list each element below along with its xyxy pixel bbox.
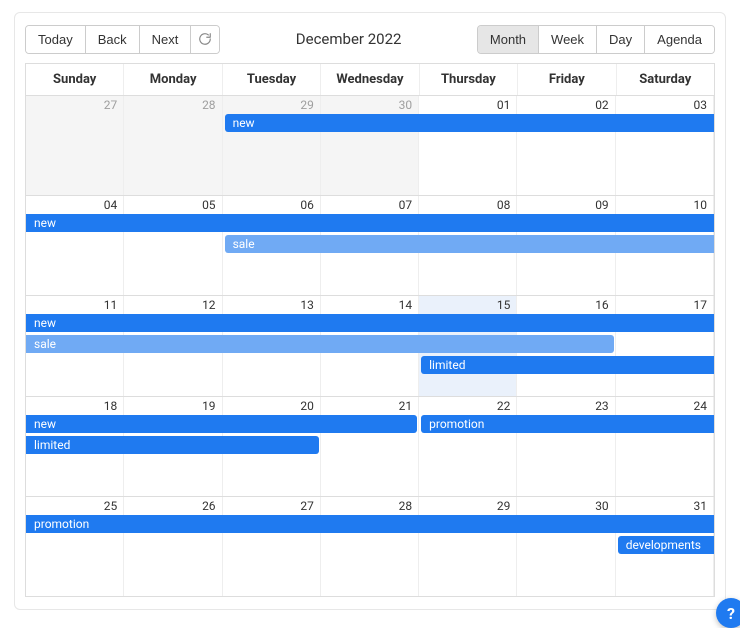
week-row: 27 28 29 30 01 02 03 new (26, 96, 714, 196)
date-number: 30 (399, 98, 413, 112)
day-cell[interactable]: 02 (517, 96, 615, 195)
date-number: 17 (693, 298, 707, 312)
view-agenda-button[interactable]: Agenda (645, 26, 714, 53)
day-cell[interactable]: 29 (419, 497, 517, 596)
day-cell[interactable]: 30 (517, 497, 615, 596)
day-cell[interactable]: 22 (419, 397, 517, 496)
date-number: 29 (300, 98, 314, 112)
day-cell[interactable]: 29 (223, 96, 321, 195)
today-button[interactable]: Today (26, 26, 86, 53)
date-number: 24 (693, 399, 707, 413)
date-number: 19 (202, 399, 216, 413)
date-number: 27 (300, 499, 314, 513)
calendar-title: December 2022 (220, 30, 477, 48)
month-grid: 27282930010203new04050607080910newsale11… (25, 95, 715, 597)
date-number: 07 (399, 198, 413, 212)
calendar-event[interactable]: developments (618, 536, 714, 554)
day-cell[interactable]: 25 (26, 497, 124, 596)
back-button[interactable]: Back (86, 26, 140, 53)
calendar-event[interactable]: limited (421, 356, 714, 374)
week-row: 18 19 20 21 22 23 24 newpromotion limited (26, 397, 714, 497)
day-header: Friday (518, 64, 616, 95)
day-header-row: Sunday Monday Tuesday Wednesday Thursday… (25, 63, 715, 95)
day-cell[interactable]: 01 (419, 96, 517, 195)
day-header: Tuesday (223, 64, 321, 95)
date-number: 02 (595, 98, 609, 112)
day-cell[interactable]: 28 (124, 96, 222, 195)
day-header: Sunday (26, 64, 124, 95)
refresh-button[interactable] (191, 26, 219, 53)
toolbar: Today Back Next December 2022 Month Week… (25, 23, 715, 55)
date-number: 25 (104, 499, 118, 513)
day-cell[interactable]: 05 (124, 196, 222, 295)
date-number: 22 (497, 399, 511, 413)
date-number: 18 (104, 399, 118, 413)
date-number: 29 (497, 499, 511, 513)
date-number: 09 (595, 198, 609, 212)
day-cell[interactable]: 27 (223, 497, 321, 596)
date-number: 30 (595, 499, 609, 513)
week-row: 11 12 13 14 15 16 17 new sale limited (26, 296, 714, 396)
date-number: 28 (399, 499, 413, 513)
date-number: 11 (104, 298, 118, 312)
day-header: Thursday (420, 64, 518, 95)
date-number: 16 (595, 298, 609, 312)
date-number: 31 (693, 499, 707, 513)
day-cell[interactable]: 27 (26, 96, 124, 195)
date-number: 27 (104, 98, 118, 112)
calendar-event[interactable]: promotion (421, 415, 714, 433)
date-number: 12 (202, 298, 216, 312)
day-cell[interactable]: 03 (616, 96, 714, 195)
calendar-event[interactable]: promotion (26, 515, 714, 533)
day-header: Wednesday (321, 64, 419, 95)
date-number: 23 (595, 399, 609, 413)
day-cell[interactable]: 23 (517, 397, 615, 496)
date-number: 01 (497, 98, 511, 112)
day-cell[interactable]: 28 (321, 497, 419, 596)
date-number: 26 (202, 499, 216, 513)
calendar-event[interactable]: sale (26, 335, 614, 353)
date-number: 28 (202, 98, 216, 112)
day-cell[interactable]: 04 (26, 196, 124, 295)
date-number: 13 (300, 298, 314, 312)
day-cell[interactable]: 17 (616, 296, 714, 395)
view-month-button[interactable]: Month (478, 26, 539, 53)
date-number: 14 (399, 298, 413, 312)
calendar-event[interactable]: limited (26, 436, 319, 454)
nav-button-group: Today Back Next (25, 25, 220, 54)
week-row: 25 26 27 28 29 30 31 promotion developments (26, 497, 714, 596)
day-cell[interactable]: 21 (321, 397, 419, 496)
date-number: 10 (693, 198, 707, 212)
day-cell[interactable]: 24 (616, 397, 714, 496)
view-day-button[interactable]: Day (597, 26, 645, 53)
calendar-card: Today Back Next December 2022 Month Week… (14, 12, 726, 610)
week-row: 04 05 06 07 08 09 10 new sale (26, 196, 714, 296)
refresh-icon (198, 32, 212, 46)
date-number: 21 (399, 399, 413, 413)
date-number: 04 (104, 198, 118, 212)
calendar-event[interactable]: new (26, 415, 417, 433)
day-header: Saturday (617, 64, 714, 95)
calendar-event[interactable]: sale (225, 235, 714, 253)
help-button[interactable]: ? (716, 598, 740, 628)
date-number: 06 (300, 198, 314, 212)
date-number: 05 (202, 198, 216, 212)
calendar-event[interactable]: new (26, 314, 714, 332)
date-number: 03 (693, 98, 707, 112)
day-cell[interactable]: 30 (321, 96, 419, 195)
day-cell[interactable]: 26 (124, 497, 222, 596)
date-number: 15 (497, 298, 511, 312)
date-number: 08 (497, 198, 511, 212)
date-number: 20 (300, 399, 314, 413)
day-header: Monday (124, 64, 222, 95)
next-button[interactable]: Next (140, 26, 192, 53)
calendar-event[interactable]: new (225, 114, 714, 132)
calendar-event[interactable]: new (26, 214, 714, 232)
view-week-button[interactable]: Week (539, 26, 597, 53)
view-button-group: Month Week Day Agenda (477, 25, 715, 54)
